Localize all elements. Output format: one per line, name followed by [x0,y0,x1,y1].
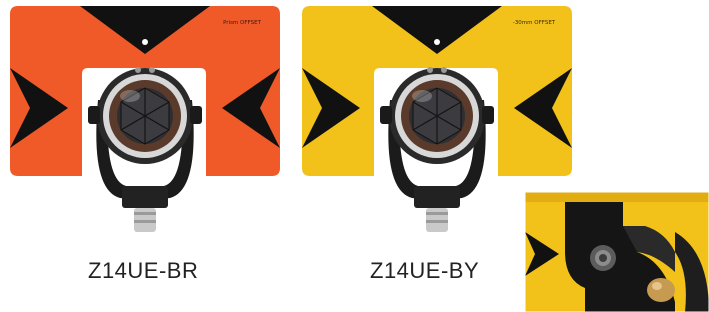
right-knob [190,106,202,124]
offset-label: Prism OFFSET [223,20,262,26]
offset-label: -30mm OFFSET [513,20,556,26]
product-orange-prism: Prism OFFSET [10,0,280,250]
yoke-base [122,186,168,208]
right-knob [482,106,494,124]
inset-detail-photo [525,192,709,312]
yoke-base [414,186,460,208]
left-knob [380,106,392,124]
center-dot-mark [434,39,440,45]
product-caption-by: Z14UE-BY [370,258,480,283]
inset-detail-image [525,192,709,312]
center-dot-mark [142,39,148,45]
orange-prism-image: Prism OFFSET [10,6,280,232]
left-knob [88,106,100,124]
brass-knob [647,278,675,302]
product-caption-br: Z14UE-BR [88,258,199,283]
